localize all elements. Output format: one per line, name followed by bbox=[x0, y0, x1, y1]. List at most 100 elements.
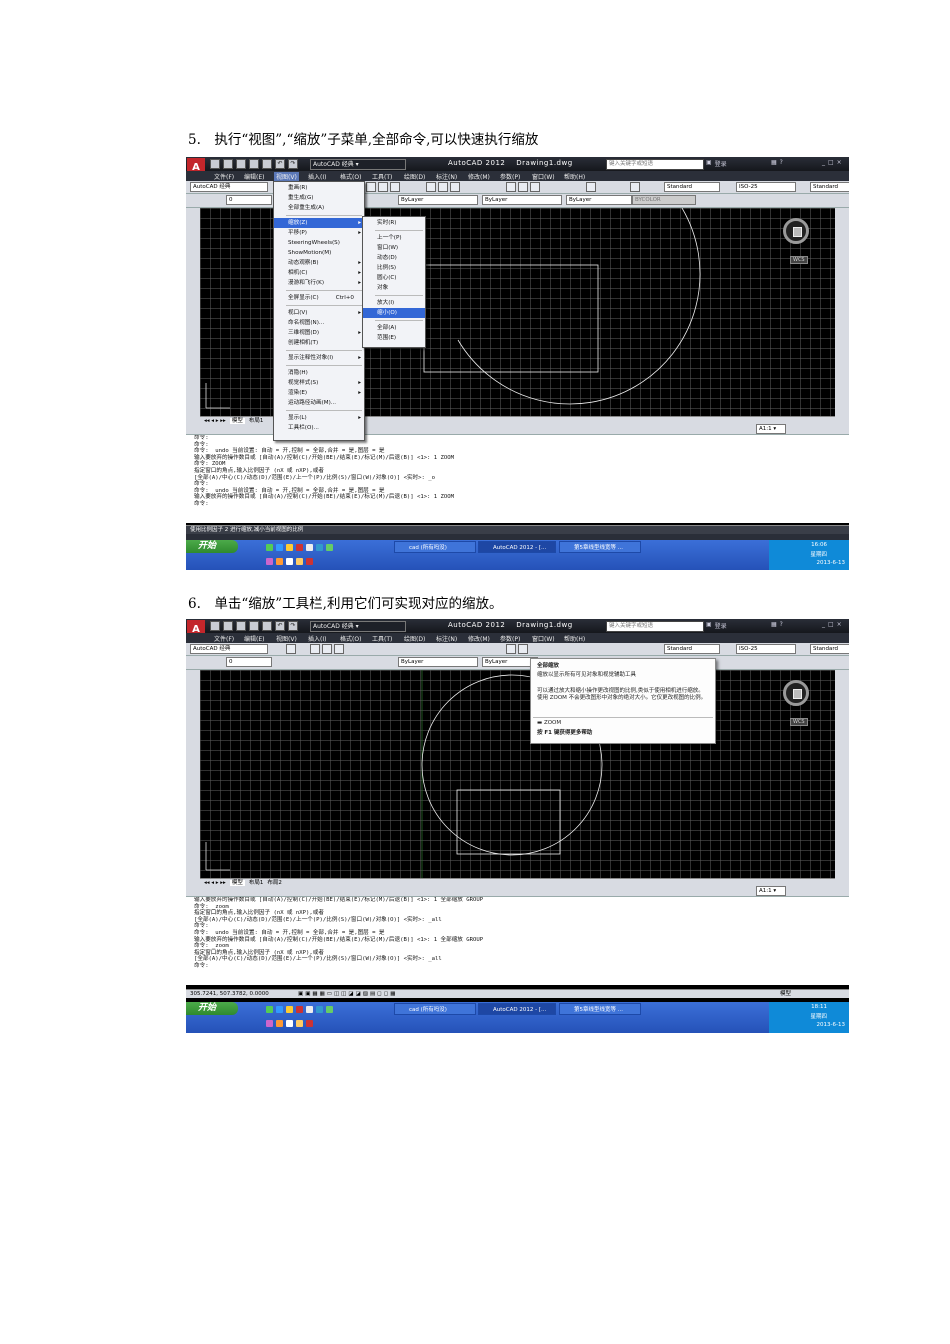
menu-item-walkfly[interactable]: 漫游和飞行(K) ▸ bbox=[274, 278, 364, 288]
menu-item-toolbars[interactable]: 工具栏(O)... bbox=[274, 423, 364, 433]
taskbar-item-cad[interactable]: cad (所有吗没) bbox=[394, 1003, 476, 1015]
menu-item-fullscreen[interactable]: 全屏显示(C) Ctrl+0 bbox=[274, 293, 364, 303]
workspace-selector[interactable]: AutoCAD 经典 ▾ bbox=[310, 159, 406, 170]
app-icon[interactable] bbox=[286, 1020, 293, 1027]
print-icon[interactable] bbox=[262, 159, 272, 169]
menu-view[interactable]: 视图(V) bbox=[274, 172, 299, 181]
close-icon[interactable]: × bbox=[837, 159, 842, 166]
zoom-item-all[interactable]: 全部(A) bbox=[363, 323, 425, 333]
menu-item-camera[interactable]: 相机(C) ▸ bbox=[274, 268, 364, 278]
menu-item-showmotion[interactable]: ShowMotion(M) bbox=[274, 248, 364, 258]
menu-draw[interactable]: 绘图(D) bbox=[404, 172, 425, 181]
app-icon[interactable] bbox=[266, 544, 273, 551]
new-icon[interactable] bbox=[310, 644, 320, 654]
menu-edit[interactable]: 编辑(E) bbox=[244, 634, 264, 643]
layer-combo[interactable]: 0 bbox=[226, 195, 272, 205]
app-icon[interactable] bbox=[316, 544, 323, 551]
color-combo[interactable]: ByLayer bbox=[398, 195, 478, 205]
menu-modify[interactable]: 修改(M) bbox=[468, 634, 490, 643]
zoom-realtime-icon[interactable] bbox=[518, 182, 528, 192]
menu-tools[interactable]: 工具(T) bbox=[372, 634, 392, 643]
menu-item-display[interactable]: 显示(L) ▸ bbox=[274, 413, 364, 423]
coordinates-readout[interactable]: 305.7241, 507.3782, 0.0000 bbox=[186, 991, 269, 997]
menu-format[interactable]: 格式(O) bbox=[340, 172, 361, 181]
drafting-settings-icons[interactable]: ▣▣▦▦▭◫◫◪◪▨▤◻◻▦ bbox=[298, 990, 398, 998]
tablestyle-combo[interactable]: Standard bbox=[810, 182, 849, 192]
zoom-item-dynamic[interactable]: 动态(D) bbox=[363, 253, 425, 263]
color-combo[interactable]: ByLayer bbox=[398, 657, 478, 667]
menu-item-annotative[interactable]: 显示注释性对象(I) ▸ bbox=[274, 353, 364, 363]
app-icon[interactable] bbox=[306, 558, 313, 565]
model-space-button[interactable]: 模型 bbox=[780, 990, 791, 998]
exchange-icon[interactable]: ▦ bbox=[771, 621, 777, 628]
new-icon[interactable] bbox=[366, 182, 376, 192]
menu-format[interactable]: 格式(O) bbox=[340, 634, 361, 643]
app-icon[interactable] bbox=[266, 1006, 273, 1013]
menu-modify[interactable]: 修改(M) bbox=[468, 172, 490, 181]
new-icon[interactable] bbox=[210, 159, 220, 169]
command-window[interactable]: 命令: 命令: 命令: undo 当前设置: 自动 = 开,控制 = 全部,合并… bbox=[186, 435, 849, 523]
command-window[interactable]: 输入要放弃的操作数目或 [自动(A)/控制(C)/开始(BE)/结束(E)/标记… bbox=[186, 897, 849, 985]
start-button[interactable]: 开始 bbox=[186, 1002, 238, 1015]
restore-icon[interactable]: □ bbox=[828, 159, 834, 166]
zoom-toolbar-icon[interactable] bbox=[286, 644, 296, 654]
menu-item-namedviews[interactable]: 命名视图(N)... bbox=[274, 318, 364, 328]
communication-icon[interactable]: ▣ bbox=[706, 159, 712, 168]
search-input[interactable]: 键入关键字或短语 bbox=[606, 621, 704, 632]
redo-icon[interactable]: ↷ bbox=[288, 621, 298, 631]
pan-icon[interactable] bbox=[506, 644, 516, 654]
taskbar-item-doc[interactable]: 第5章线型线宽等 ... bbox=[559, 541, 641, 553]
zoom-item-scale[interactable]: 比例(S) bbox=[363, 263, 425, 273]
taskbar-item-doc[interactable]: 第5章线型线宽等 ... bbox=[559, 1003, 641, 1015]
menu-edit[interactable]: 编辑(E) bbox=[244, 172, 264, 181]
menu-insert[interactable]: 插入(I) bbox=[308, 634, 326, 643]
zoom-realtime-icon[interactable] bbox=[518, 644, 528, 654]
saveas-icon[interactable] bbox=[249, 621, 259, 631]
annotation-scale[interactable]: A1:1 ▾ bbox=[756, 886, 786, 896]
wcs-label[interactable]: WCS bbox=[790, 718, 808, 726]
menu-window[interactable]: 窗口(W) bbox=[532, 634, 555, 643]
minimize-icon[interactable]: _ bbox=[822, 159, 825, 166]
app-icon[interactable] bbox=[266, 1020, 273, 1027]
plotstyle-combo[interactable]: BYCOLOR bbox=[632, 195, 696, 205]
save-icon[interactable] bbox=[236, 159, 246, 169]
workspace-selector[interactable]: AutoCAD 经典 ▾ bbox=[310, 621, 406, 632]
copy-icon[interactable] bbox=[438, 182, 448, 192]
menu-help[interactable]: 帮助(H) bbox=[564, 634, 585, 643]
login-button[interactable]: 登录 bbox=[715, 159, 727, 168]
menu-draw[interactable]: 绘图(D) bbox=[404, 634, 425, 643]
menu-item-redraw[interactable]: 重画(R) bbox=[274, 183, 364, 193]
taskbar-item-cad[interactable]: cad (所有吗没) bbox=[394, 541, 476, 553]
taskbar-item-autocad[interactable]: AutoCAD 2012 - [... bbox=[478, 541, 556, 553]
app-icon[interactable] bbox=[296, 558, 303, 565]
pan-icon[interactable] bbox=[506, 182, 516, 192]
menu-parametric[interactable]: 参数(P) bbox=[500, 172, 520, 181]
annotation-scale[interactable]: A1:1 ▾ bbox=[756, 424, 786, 434]
viewcube-wheel[interactable] bbox=[783, 680, 809, 706]
paste-icon[interactable] bbox=[450, 182, 460, 192]
layer-combo[interactable]: 0 bbox=[226, 657, 272, 667]
dimstyle-combo[interactable]: ISO-25 bbox=[736, 182, 796, 192]
help-icon[interactable]: ? bbox=[780, 621, 783, 628]
app-icon[interactable] bbox=[296, 1020, 303, 1027]
menu-item-createcamera[interactable]: 创建相机(T) bbox=[274, 338, 364, 348]
menu-item-render[interactable]: 渲染(E) ▸ bbox=[274, 388, 364, 398]
zoom-window-icon[interactable] bbox=[530, 182, 540, 192]
app-icon[interactable] bbox=[276, 558, 283, 565]
menu-dimension[interactable]: 标注(N) bbox=[436, 634, 457, 643]
menu-window[interactable]: 窗口(W) bbox=[532, 172, 555, 181]
new-icon[interactable] bbox=[210, 621, 220, 631]
viewcube-wheel[interactable] bbox=[783, 218, 809, 244]
menu-item-motionpath[interactable]: 运动路径动画(M)... bbox=[274, 398, 364, 408]
menu-view[interactable]: 视图(V) bbox=[276, 634, 297, 643]
app-icon[interactable] bbox=[286, 558, 293, 565]
app-icon[interactable] bbox=[296, 544, 303, 551]
draw-toolbar[interactable] bbox=[186, 670, 201, 896]
save-icon[interactable] bbox=[390, 182, 400, 192]
open-icon[interactable] bbox=[223, 159, 233, 169]
minimize-icon[interactable]: _ bbox=[822, 621, 825, 628]
app-icon[interactable] bbox=[326, 544, 333, 551]
menu-item-viewports[interactable]: 视口(V) ▸ bbox=[274, 308, 364, 318]
save-icon[interactable] bbox=[236, 621, 246, 631]
menu-item-orbit[interactable]: 动态观察(B) ▸ bbox=[274, 258, 364, 268]
